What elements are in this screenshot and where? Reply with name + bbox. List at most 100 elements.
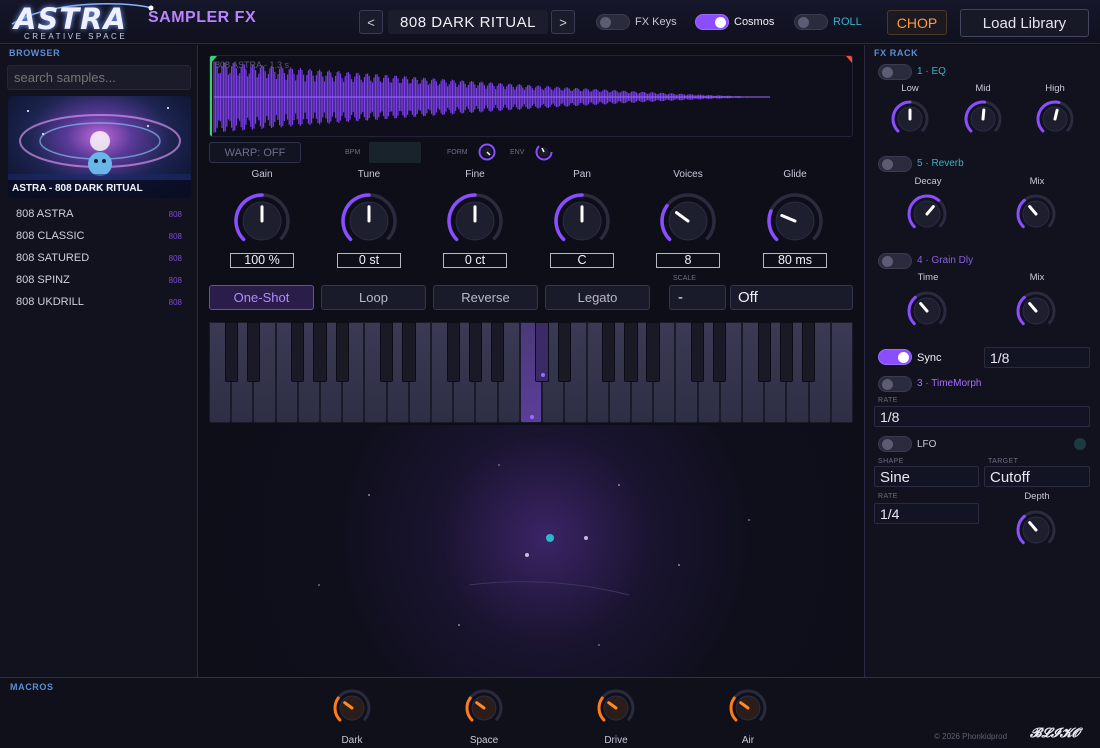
list-item[interactable]: 808 CLASSIC 808 xyxy=(8,225,190,247)
sync-rate-field[interactable]: 1/8 xyxy=(984,347,1090,368)
piano-black-key[interactable] xyxy=(779,322,794,382)
macro-knob-drive[interactable] xyxy=(596,688,636,728)
legato-button[interactable]: Legato xyxy=(545,285,650,310)
astra-logo: ASTRA CREATIVE SPACE xyxy=(8,2,154,42)
knob-gain-dial[interactable] xyxy=(233,192,291,250)
macro-knob-space[interactable] xyxy=(464,688,504,728)
piano-black-key[interactable] xyxy=(757,322,771,382)
piano-black-key[interactable] xyxy=(602,322,616,382)
knob-glide-dial[interactable] xyxy=(766,192,824,250)
reverb-decay-label: Decay xyxy=(914,176,942,187)
piano-black-key[interactable] xyxy=(379,322,394,382)
piano-black-key[interactable] xyxy=(402,322,416,382)
list-item-tag: 808 xyxy=(168,231,182,241)
prev-preset-button[interactable]: < xyxy=(359,10,383,34)
macro-knob-dark[interactable] xyxy=(332,688,372,728)
eq-knob-high[interactable] xyxy=(1035,99,1075,139)
list-item-tag: 808 xyxy=(168,297,182,307)
logo-subtitle: CREATIVE SPACE xyxy=(24,32,128,41)
grain-toggle[interactable] xyxy=(878,253,912,269)
eq-toggle[interactable] xyxy=(878,64,912,80)
timemorph-rate-field[interactable]: 1/8 xyxy=(874,406,1090,427)
grain-knob-mix[interactable] xyxy=(1015,290,1057,332)
next-preset-button[interactable]: > xyxy=(551,10,575,34)
knob-tune-dial[interactable] xyxy=(340,192,398,250)
reverb-knob-mix[interactable] xyxy=(1015,193,1057,235)
timemorph-name: 3 · TimeMorph xyxy=(917,378,982,389)
piano-black-key[interactable] xyxy=(313,322,327,382)
sync-toggle[interactable] xyxy=(878,349,912,365)
piano-black-key[interactable] xyxy=(557,322,571,382)
piano-black-key[interactable] xyxy=(690,322,705,382)
search-input[interactable] xyxy=(7,65,191,90)
list-item[interactable]: 808 ASTRA 808 xyxy=(8,203,190,225)
scale-mode-select[interactable]: Off xyxy=(730,285,853,310)
cosmos-toggle[interactable] xyxy=(695,14,729,30)
knob-value[interactable]: 80 ms xyxy=(763,253,827,268)
list-item-tag: 808 xyxy=(168,209,182,219)
fx-keys-toggle[interactable] xyxy=(596,14,630,30)
piano-black-key[interactable] xyxy=(801,322,816,382)
piano-black-key[interactable] xyxy=(713,322,727,382)
lfo-shape-select[interactable]: Sine xyxy=(874,466,979,487)
piano-black-key[interactable] xyxy=(491,322,505,382)
piano-black-key[interactable] xyxy=(224,322,238,382)
list-item[interactable]: 808 SPINZ 808 xyxy=(8,269,190,291)
knob-label: Gain xyxy=(251,169,273,180)
list-item-name: 808 ASTRA xyxy=(16,208,74,220)
reverb-knob-decay[interactable] xyxy=(906,193,948,235)
chop-button[interactable]: CHOP xyxy=(887,10,947,35)
knob-value[interactable]: C xyxy=(550,253,614,268)
list-item[interactable]: 808 SATURED 808 xyxy=(8,247,190,269)
loop-button[interactable]: Loop xyxy=(321,285,426,310)
warp-button[interactable]: WARP: OFF xyxy=(209,142,301,163)
lfo-depth-knob[interactable] xyxy=(1015,509,1057,551)
piano-black-key[interactable] xyxy=(535,322,549,382)
knob-value[interactable]: 0 ct xyxy=(443,253,507,268)
piano-black-key[interactable] xyxy=(291,322,305,382)
grain-knob-time[interactable] xyxy=(906,290,948,332)
piano-black-key[interactable] xyxy=(624,322,638,382)
lfo-target-select[interactable]: Cutoff xyxy=(984,466,1090,487)
preset-name[interactable]: 808 DARK RITUAL xyxy=(388,10,548,34)
knob-voices-dial[interactable] xyxy=(659,192,717,250)
waveform-display[interactable]: 808 ASTRA - 1.3 s xyxy=(209,55,853,137)
list-item[interactable]: 808 UKDRILL 808 xyxy=(8,291,190,313)
knob-value[interactable]: 8 xyxy=(656,253,720,268)
piano-black-key[interactable] xyxy=(246,322,261,382)
piano-keyboard[interactable] xyxy=(209,322,853,423)
app-title: SAMPLER FX xyxy=(148,9,257,26)
piano-black-key[interactable] xyxy=(446,322,460,382)
knob-tune: Tune 0 st xyxy=(334,169,404,279)
piano-black-key[interactable] xyxy=(335,322,349,382)
knob-fine-dial[interactable] xyxy=(446,192,504,250)
reverb-mix-label: Mix xyxy=(1029,176,1045,187)
piano-black-key[interactable] xyxy=(468,322,483,382)
knob-value[interactable]: 100 % xyxy=(230,253,294,268)
bpm-field[interactable] xyxy=(369,142,421,163)
env-knob[interactable] xyxy=(535,143,553,161)
one-shot-button[interactable]: One-Shot xyxy=(209,285,314,310)
piano-black-key[interactable] xyxy=(646,322,660,382)
knob-value[interactable]: 0 st xyxy=(337,253,401,268)
cosmos-visualizer[interactable] xyxy=(199,425,864,677)
copyright-text: © 2026 Phonkidprod xyxy=(934,732,1008,741)
grain-name: 4 · Grain Dly xyxy=(917,255,974,266)
lfo-toggle[interactable] xyxy=(878,436,912,452)
eq-knob-low[interactable] xyxy=(890,99,930,139)
piano-white-key[interactable] xyxy=(830,322,853,423)
scale-root-select[interactable]: - xyxy=(669,285,726,310)
macro-knob-air[interactable] xyxy=(728,688,768,728)
knob-label: Pan xyxy=(573,169,591,180)
eq-knob-mid[interactable] xyxy=(963,99,1003,139)
form-knob[interactable] xyxy=(478,143,496,161)
eq-name: 1 · EQ xyxy=(917,66,946,77)
timemorph-toggle[interactable] xyxy=(878,376,912,392)
lfo-rate-field[interactable]: 1/4 xyxy=(874,503,979,524)
knob-pan-dial[interactable] xyxy=(553,192,611,250)
load-library-button[interactable]: Load Library xyxy=(960,9,1089,37)
knob-label: Tune xyxy=(357,169,381,180)
reverb-toggle[interactable] xyxy=(878,156,912,172)
reverse-button[interactable]: Reverse xyxy=(433,285,538,310)
roll-toggle[interactable] xyxy=(794,14,828,30)
